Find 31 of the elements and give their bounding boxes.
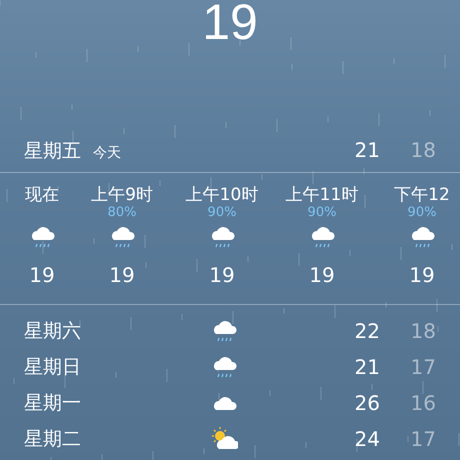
precipitation-chance: 90% xyxy=(308,205,336,222)
hour-label: 上午11时 xyxy=(286,184,358,205)
high-temperature: 21 xyxy=(354,355,380,379)
day-label: 星期二 xyxy=(24,427,82,452)
precipitation-chance: 90% xyxy=(408,205,436,222)
today-label: 今天 xyxy=(93,144,121,162)
day-label: 星期六 xyxy=(24,319,82,344)
hour-temperature: 19 xyxy=(109,263,135,287)
day-label: 星期一 xyxy=(24,391,82,416)
current-temperature: 19 xyxy=(202,0,258,44)
low-temperature: 17 xyxy=(410,355,436,379)
hour-temperature: 19 xyxy=(209,263,235,287)
hour-label: 上午9时 xyxy=(91,184,153,205)
high-temperature: 21 xyxy=(354,138,380,162)
low-temperature: 17 xyxy=(410,427,436,451)
hour-temperature: 19 xyxy=(309,263,335,287)
hour-temperature: 19 xyxy=(29,263,55,287)
day-label: 星期五 xyxy=(24,139,81,164)
high-temperature: 22 xyxy=(354,319,380,343)
hour-label: 现在 xyxy=(25,184,59,205)
precipitation-chance: 90% xyxy=(208,205,236,222)
high-temperature: 26 xyxy=(354,391,380,415)
hour-label: 上午10时 xyxy=(186,184,258,205)
hour-label: 下午12 xyxy=(394,184,450,205)
low-temperature: 18 xyxy=(410,319,436,343)
day-label: 星期日 xyxy=(24,355,82,380)
high-temperature: 24 xyxy=(354,427,380,451)
hour-temperature: 19 xyxy=(409,263,435,287)
low-temperature: 18 xyxy=(410,138,436,162)
precipitation-chance: 80% xyxy=(108,205,136,222)
low-temperature: 16 xyxy=(410,391,436,415)
